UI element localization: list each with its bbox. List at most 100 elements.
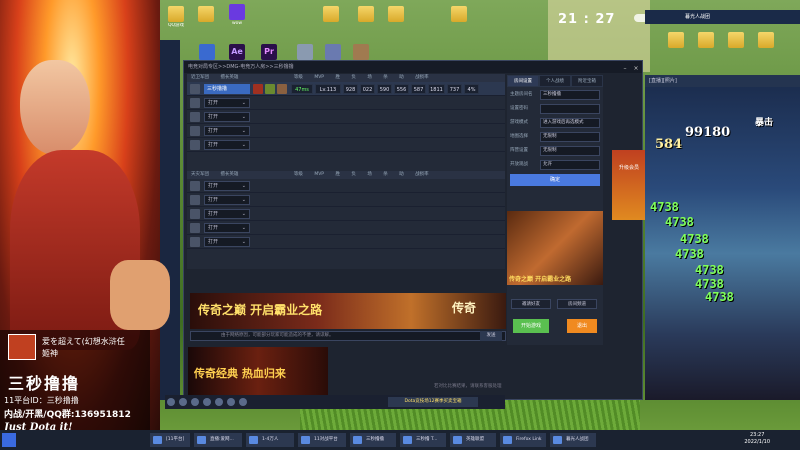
side-ad-image[interactable]: 传奇之巅 开启霸业之路	[507, 211, 603, 285]
desktop-icon-after-effects[interactable]: Ae	[226, 44, 248, 61]
empty-slot[interactable]: 打开 ⌄	[187, 179, 505, 193]
send-button[interactable]: 发送	[480, 331, 502, 341]
player-row[interactable]: 三秒撸撸 47ms Lv.113 928 022 590 556 587 181…	[187, 82, 505, 96]
empty-slot[interactable]: 打开 ⌄	[187, 235, 505, 249]
desktop-icon-generic-3[interactable]	[350, 44, 372, 61]
damage-number: 4738	[695, 263, 724, 277]
empty-slot[interactable]: 打开 ⌄	[187, 110, 505, 124]
start-game-button[interactable]: 开始游戏	[513, 319, 549, 333]
game-screen[interactable]: 99180 584 暴击 4738 4738 4738 4738 4738 47…	[645, 75, 800, 400]
player-avatar	[190, 84, 200, 94]
taskbar-item[interactable]: 11对战平台	[298, 433, 346, 447]
desktop-icon-word[interactable]	[196, 44, 218, 61]
slot-select[interactable]: 打开 ⌄	[204, 98, 250, 108]
tool-icon[interactable]	[203, 398, 211, 406]
desktop-icon-generic-1[interactable]	[294, 44, 316, 61]
slot-select[interactable]: 打开 ⌄	[204, 209, 250, 219]
tool-icon[interactable]	[215, 398, 223, 406]
room-name-input[interactable]: 三秒撸撸	[540, 90, 600, 100]
game-mode-select[interactable]: 进入游戏后再选模式	[540, 118, 600, 128]
empty-slot[interactable]: 打开 ⌄	[187, 207, 505, 221]
notice-bar[interactable]: Dota竞技场12赛季买卖宝箱	[388, 397, 478, 407]
slot-select[interactable]: 打开 ⌄	[204, 237, 250, 247]
tab-personal-record[interactable]: 个人战绩	[539, 75, 571, 87]
taskbar-item[interactable]: [11平台]	[150, 433, 190, 447]
stat-cell: 1811	[428, 84, 445, 94]
chevron-down-icon: ⌄	[241, 114, 246, 120]
slot-select[interactable]: 打开 ⌄	[204, 195, 250, 205]
slot-select[interactable]: 打开 ⌄	[204, 140, 250, 150]
desktop-icon-folder-8[interactable]	[755, 32, 777, 49]
spectate-checkbox[interactable]: 允许	[540, 160, 600, 170]
tool-icon[interactable]	[167, 398, 175, 406]
confirm-button[interactable]: 确定	[510, 174, 600, 186]
team-scourge-header: 天灾军团 擅长英雄 等级 MVP 胜 负 场 杀 助 战损率	[187, 171, 505, 179]
stat-cell: 737	[447, 84, 462, 94]
taskbar-item[interactable]: Firefox Link	[500, 433, 546, 447]
close-icon[interactable]: ×	[632, 65, 640, 73]
taskbar-item[interactable]: 暮光人战团	[550, 433, 596, 447]
field-password: 设置密码	[510, 103, 600, 115]
desktop-icon-premiere[interactable]: Pr	[258, 44, 280, 61]
empty-slot[interactable]: 打开 ⌄	[187, 124, 505, 138]
banner-ad[interactable]: 传奇之巅 开启霸业之路 传奇	[190, 293, 506, 329]
combo-number-2: 584	[655, 137, 683, 152]
tool-icon[interactable]	[239, 398, 247, 406]
tool-icon[interactable]	[191, 398, 199, 406]
damage-number: 4738	[650, 200, 679, 214]
slot-select[interactable]: 打开 ⌄	[204, 112, 250, 122]
taskbar-item[interactable]: 三秒撸撸	[350, 433, 396, 447]
room-channel-button[interactable]: 房间频道	[557, 299, 597, 309]
slot-select[interactable]: 打开 ⌄	[204, 126, 250, 136]
taskbar-item[interactable]: 1-4万人	[246, 433, 294, 447]
desktop-icon-generic-2[interactable]	[322, 44, 344, 61]
tool-icon[interactable]	[179, 398, 187, 406]
vip-side-tab[interactable]: 升级会员	[612, 150, 646, 220]
game-toolbar[interactable]: [直播][照片]	[645, 75, 800, 87]
slot-select[interactable]: 打开 ⌄	[204, 223, 250, 233]
character-face	[20, 60, 90, 155]
empty-slot[interactable]: 打开 ⌄	[187, 221, 505, 235]
desktop-icon-media-player[interactable]: wow	[226, 4, 248, 26]
empty-slot[interactable]: 打开 ⌄	[187, 193, 505, 207]
platform-id: 11平台ID：三秒撸撸	[4, 396, 79, 405]
empty-slot[interactable]: 打开 ⌄	[187, 96, 505, 110]
invite-friends-button[interactable]: 邀请好友	[511, 299, 551, 309]
field-room-name: 主题房间名 三秒撸撸	[510, 89, 600, 101]
desktop-icon-folder-4[interactable]	[448, 6, 470, 23]
desktop-icon-folder-1[interactable]	[320, 6, 342, 23]
taskbar-item[interactable]: 英雄联盟	[450, 433, 496, 447]
desktop-icon-folder-6[interactable]	[695, 32, 717, 49]
chat-user-name-line2: 姬神	[42, 349, 58, 358]
streamer-title: 三秒撸撸	[8, 374, 81, 393]
slot-select[interactable]: 打开 ⌄	[204, 181, 250, 191]
empty-slot[interactable]: 打开 ⌄	[187, 138, 505, 152]
hero-icon	[253, 84, 263, 94]
desktop-icon-qq-games[interactable]: QQ游戏	[165, 6, 187, 28]
chat-input[interactable]: 由于网络原因，可能部分玩家可能造成的不便，请谅解。	[190, 331, 506, 341]
taskbar-item[interactable]: 三秒撸 T...	[400, 433, 446, 447]
team-sentinel-header: 近卫军团 擅长英雄 等级 MVP 胜 负 场 杀 助 战损率	[187, 74, 505, 82]
player-level: Lv.113	[315, 84, 341, 94]
desktop-icon-photo[interactable]	[195, 6, 217, 23]
chevron-down-icon: ⌄	[241, 183, 246, 189]
player-name: 三秒撸撸	[204, 84, 250, 94]
taskbar-clock[interactable]: 23:27 2022/1/10	[744, 432, 770, 446]
bottom-ad[interactable]: 传奇经典 热血归来	[188, 347, 328, 395]
tab-nearby-chest[interactable]: 附近宝箱	[571, 75, 603, 87]
faction-select[interactable]: 无限制	[540, 146, 600, 156]
taskbar-item[interactable]: 直播:爱网...	[194, 433, 242, 447]
password-input[interactable]	[540, 104, 600, 114]
exit-button[interactable]: 退出	[567, 319, 597, 333]
minimize-icon[interactable]: –	[621, 65, 629, 73]
desktop-icon-folder-5[interactable]	[665, 32, 687, 49]
tool-icon[interactable]	[227, 398, 235, 406]
stat-cell: 587	[411, 84, 426, 94]
start-button[interactable]	[2, 433, 16, 447]
tab-room-settings[interactable]: 房间设置	[507, 75, 539, 87]
damage-number: 4738	[675, 247, 704, 261]
desktop-icon-folder-3[interactable]	[385, 6, 407, 23]
map-select[interactable]: 无限制	[540, 132, 600, 142]
desktop-icon-folder-2[interactable]	[355, 6, 377, 23]
desktop-icon-folder-7[interactable]	[725, 32, 747, 49]
